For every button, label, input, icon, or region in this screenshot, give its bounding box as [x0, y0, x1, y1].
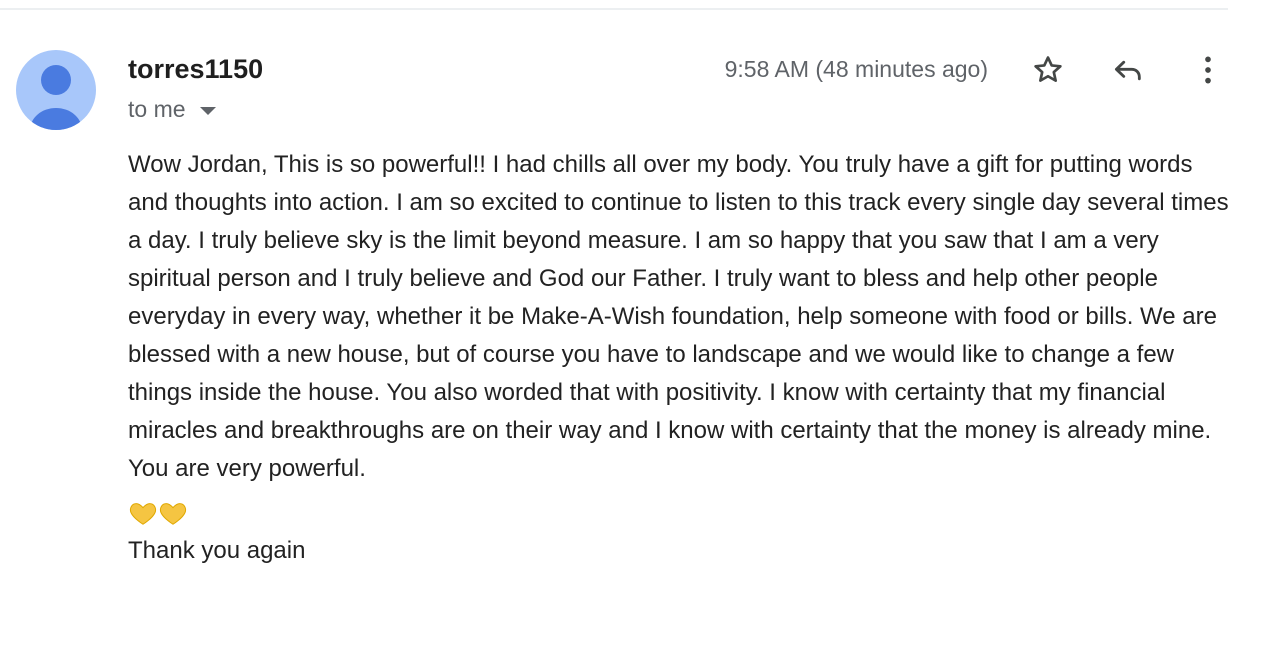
star-button[interactable] — [1028, 50, 1068, 90]
emoji-line — [128, 494, 1232, 532]
star-icon — [1034, 56, 1062, 82]
more-vertical-icon — [1205, 56, 1211, 84]
message-closing: Thank you again — [128, 537, 306, 564]
reply-button[interactable] — [1108, 50, 1148, 90]
recipient-label: to me — [128, 96, 186, 122]
message-paragraph: Wow Jordan, This is so powerful!! I had … — [128, 151, 1229, 482]
top-divider — [0, 8, 1228, 10]
yellow-heart-icon — [129, 503, 157, 525]
person-icon — [30, 65, 82, 130]
message-timestamp: 9:58 AM (48 minutes ago) — [724, 56, 988, 82]
sender-name[interactable]: torres1150 — [128, 54, 263, 85]
message-body: Wow Jordan, This is so powerful!! I had … — [128, 146, 1232, 570]
email-message-view: torres1150 to me 9:58 AM (48 minutes ago… — [0, 0, 1264, 646]
sender-avatar[interactable] — [16, 50, 96, 130]
more-options-button[interactable] — [1188, 50, 1228, 90]
caret-down-icon[interactable] — [199, 106, 216, 115]
recipient-line: to me — [128, 96, 216, 123]
reply-icon — [1114, 60, 1141, 81]
yellow-heart-icon — [159, 503, 187, 525]
